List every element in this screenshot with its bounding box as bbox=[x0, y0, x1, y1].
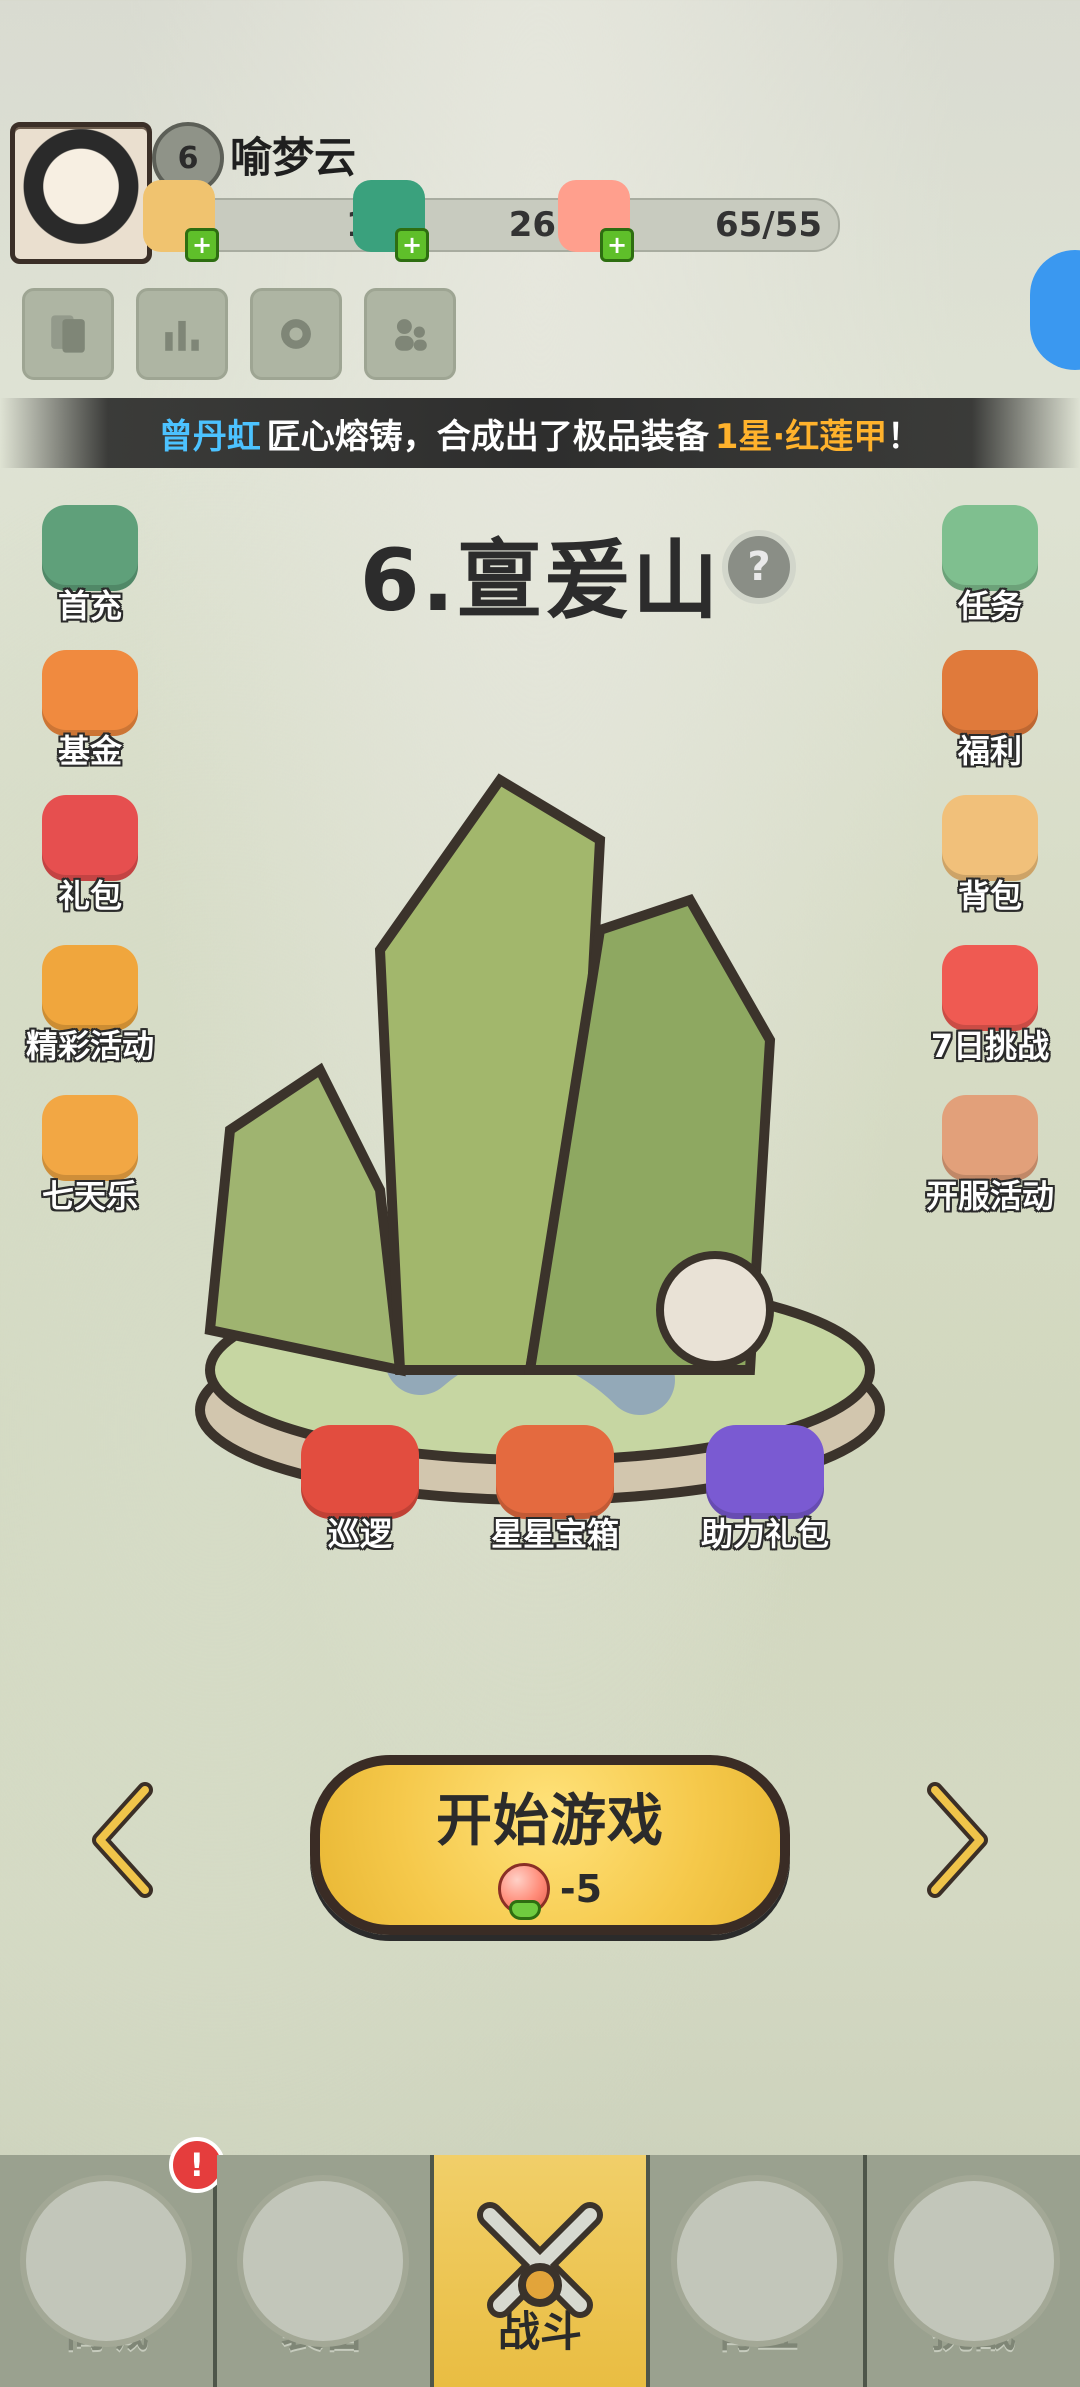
start-game-button[interactable]: 开始游戏 -5 bbox=[310, 1755, 790, 1935]
challenge-orb-icon bbox=[887, 2175, 1060, 2347]
welfare-label: 福利 bbox=[957, 732, 1022, 770]
events-label: 精彩活动 bbox=[25, 1027, 154, 1065]
lantern-icon bbox=[42, 1095, 138, 1181]
right-menu-backpack[interactable]: 背包 bbox=[920, 795, 1060, 925]
stamina-cost: -5 bbox=[497, 1862, 603, 1920]
patrol-label: 巡逻 bbox=[327, 1515, 392, 1553]
gift-label: 礼包 bbox=[57, 877, 122, 915]
cards-button[interactable] bbox=[22, 288, 114, 380]
support-gift-label: 助力礼包 bbox=[700, 1515, 829, 1553]
marquee-suffix: ！ bbox=[887, 416, 922, 457]
scroll-icon bbox=[942, 505, 1038, 591]
crossed-swords-icon bbox=[476, 2202, 603, 2318]
first-charge-icon bbox=[42, 505, 138, 591]
left-menu-first-charge[interactable]: 首充 bbox=[20, 505, 160, 635]
stamina-value: 65/55 bbox=[714, 205, 822, 245]
backpack-label: 背包 bbox=[957, 877, 1022, 915]
backpack-icon bbox=[942, 795, 1038, 881]
settings-button[interactable] bbox=[250, 288, 342, 380]
edge-bubble[interactable] bbox=[1030, 250, 1080, 370]
tab-qingqiu[interactable]: 青丘 bbox=[650, 2155, 868, 2387]
cards-icon bbox=[51, 315, 85, 353]
action-star-chest[interactable]: 星星宝箱 bbox=[470, 1425, 640, 1555]
add-tickets-button[interactable]: + bbox=[185, 228, 219, 262]
shop-icon bbox=[20, 2175, 193, 2347]
start-game-label: 开始游戏 bbox=[436, 1788, 664, 1854]
marquee-message: 匠心熔铸，合成出了极品装备 bbox=[266, 416, 709, 457]
first-charge-label: 首充 bbox=[57, 587, 122, 625]
seven-days-label: 七天乐 bbox=[41, 1177, 138, 1215]
mountain-icon bbox=[670, 2175, 843, 2347]
bottom-nav: ! 商城 装备 战斗 青丘 挑战 bbox=[0, 2137, 1080, 2387]
gear-icon bbox=[281, 319, 311, 349]
patrol-flag-icon bbox=[301, 1425, 419, 1519]
left-menu-fund[interactable]: 基金 bbox=[20, 650, 160, 780]
welfare-bag-icon bbox=[942, 650, 1038, 736]
challenge-scroll-icon bbox=[942, 945, 1038, 1031]
action-patrol[interactable]: 巡逻 bbox=[290, 1425, 430, 1555]
star-chest-label: 星星宝箱 bbox=[490, 1515, 619, 1553]
fund-label: 基金 bbox=[57, 732, 122, 770]
tab-battle[interactable]: 战斗 bbox=[433, 2155, 651, 2387]
prev-stage-arrow[interactable] bbox=[85, 1780, 165, 1900]
avatar[interactable] bbox=[10, 122, 152, 264]
peach-cost-icon bbox=[497, 1862, 550, 1920]
player-name: 喻梦云 bbox=[230, 132, 357, 182]
treasure-chest-icon bbox=[496, 1425, 614, 1519]
add-stamina-button[interactable]: + bbox=[600, 228, 634, 262]
right-menu-7day-challenge[interactable]: 7日挑战 bbox=[910, 945, 1070, 1075]
tab-equipment[interactable]: 装备 bbox=[216, 2155, 434, 2387]
add-jade-button[interactable]: + bbox=[395, 228, 429, 262]
people-icon bbox=[395, 319, 427, 351]
gift-bag-icon bbox=[42, 795, 138, 881]
right-menu-welfare[interactable]: 福利 bbox=[920, 650, 1060, 780]
right-menu-server-events[interactable]: 开服活动 bbox=[910, 1095, 1070, 1225]
friends-button[interactable] bbox=[364, 288, 456, 380]
tab-challenge[interactable]: 挑战 bbox=[867, 2155, 1080, 2387]
stats-button[interactable] bbox=[136, 288, 228, 380]
dragon-icon bbox=[42, 945, 138, 1031]
left-menu-events[interactable]: 精彩活动 bbox=[10, 945, 170, 1075]
action-support-gift[interactable]: 助力礼包 bbox=[680, 1425, 850, 1555]
bar-chart-icon bbox=[165, 320, 199, 351]
next-stage-arrow[interactable] bbox=[915, 1780, 995, 1900]
purple-bag-icon bbox=[706, 1425, 824, 1519]
challenge-label: 7日挑战 bbox=[930, 1027, 1050, 1065]
left-menu-gift[interactable]: 礼包 bbox=[20, 795, 160, 925]
marquee-item: 1星·红莲甲 bbox=[714, 416, 888, 457]
marquee-player: 曾丹虹 bbox=[158, 416, 261, 457]
left-menu-seven-days[interactable]: 七天乐 bbox=[20, 1095, 160, 1225]
tasks-label: 任务 bbox=[957, 587, 1022, 625]
stage-island-illustration bbox=[195, 773, 885, 1505]
right-menu-tasks[interactable]: 任务 bbox=[920, 505, 1060, 635]
stage-title: 6.亶爰山 bbox=[359, 531, 721, 631]
help-button[interactable]: ? bbox=[722, 530, 796, 604]
stamina-cost-value: -5 bbox=[559, 1866, 603, 1911]
armor-icon bbox=[237, 2175, 410, 2347]
server-events-label: 开服活动 bbox=[925, 1177, 1054, 1215]
broadcast-marquee: 曾丹虹 匠心熔铸，合成出了极品装备 1星·红莲甲 ！ bbox=[0, 398, 1080, 468]
creature-icon bbox=[656, 1251, 774, 1369]
fund-icon bbox=[42, 650, 138, 736]
server-event-icon bbox=[942, 1095, 1038, 1181]
tab-shop[interactable]: ! 商城 bbox=[0, 2137, 225, 2387]
